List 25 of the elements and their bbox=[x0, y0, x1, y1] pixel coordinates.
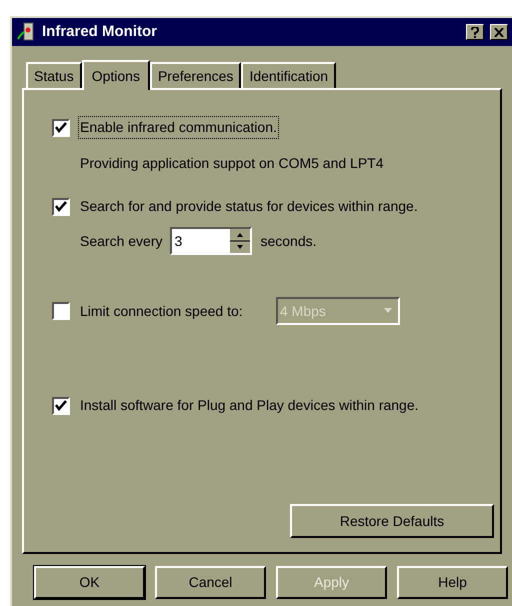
checkbox[interactable] bbox=[52, 396, 70, 414]
question-mark-icon bbox=[471, 26, 479, 38]
checkbox-label: Search for and provide status for devices within range. bbox=[79, 197, 419, 216]
close-icon bbox=[494, 28, 504, 36]
spin-arrows-icon[interactable] bbox=[230, 229, 250, 253]
tab[interactable]: Identification bbox=[241, 62, 336, 88]
dialog-button[interactable]: Cancel bbox=[155, 566, 266, 599]
infrared-device-icon bbox=[16, 22, 36, 42]
checkbox-label: Limit connection speed to: bbox=[79, 302, 244, 321]
tab[interactable]: Options bbox=[82, 60, 150, 90]
spin-field[interactable]: 3 bbox=[170, 227, 252, 255]
help-button[interactable] bbox=[466, 24, 484, 40]
window-title: Infrared Monitor bbox=[42, 22, 158, 42]
spin-suffix: seconds. bbox=[260, 232, 317, 250]
checkbox[interactable] bbox=[52, 198, 70, 216]
restore-defaults-button[interactable]: Restore Defaults bbox=[290, 504, 494, 538]
spin-label: Search every bbox=[80, 232, 162, 251]
dialog-button[interactable]: OK bbox=[34, 566, 145, 599]
dialog-button[interactable]: Help bbox=[397, 566, 508, 599]
checkbox-label: Enable infrared communication. bbox=[78, 116, 279, 139]
description-text: Providing application suppot on COM5 and LPT4 bbox=[80, 154, 384, 173]
tab[interactable]: Preferences bbox=[150, 62, 242, 88]
close-button[interactable] bbox=[490, 24, 508, 40]
checkbox[interactable] bbox=[52, 118, 70, 136]
checkbox-label: Install software for Plug and Play devices within range. bbox=[79, 396, 420, 415]
